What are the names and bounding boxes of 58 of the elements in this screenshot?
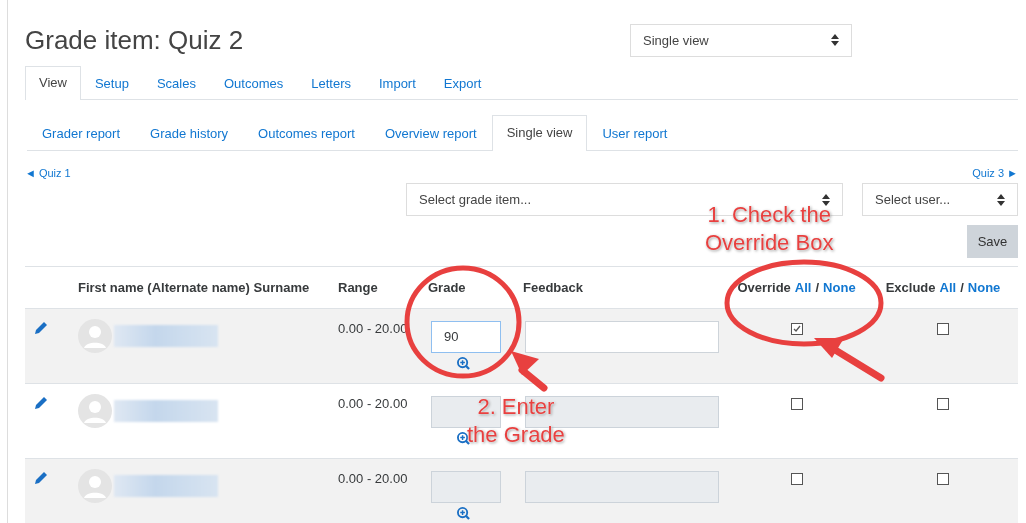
report-tab[interactable]: Single view (491, 115, 588, 151)
sort-icon (822, 193, 830, 206)
zoom-in-icon[interactable] (457, 507, 470, 520)
pencil-icon[interactable] (34, 471, 48, 485)
nav-tab[interactable]: Outcomes (209, 67, 298, 100)
previous-item-link[interactable]: ◄ Quiz 1 (25, 167, 71, 183)
avatar-icon (78, 319, 112, 353)
grade-input[interactable] (431, 396, 501, 428)
nav-tab[interactable]: Setup (80, 67, 143, 100)
report-select[interactable]: Single view (630, 23, 852, 57)
next-item-link[interactable]: Quiz 3 ► (972, 167, 1018, 183)
select-all-link[interactable]: All (939, 280, 957, 295)
exclude-checkbox[interactable] (937, 473, 949, 485)
annotation-text: 2. Enter the Grade (467, 393, 565, 449)
nav-tab[interactable]: Import (364, 67, 430, 100)
column-header: Feedback (522, 280, 584, 295)
separator-text: / (815, 280, 820, 295)
nav-tab[interactable]: Scales (142, 67, 210, 100)
report-tab[interactable]: Overview report (369, 116, 492, 151)
column-header: Range (337, 280, 379, 295)
override-checkbox[interactable] (790, 398, 803, 410)
sort-icon (997, 193, 1005, 206)
feedback-input[interactable] (525, 471, 719, 503)
select-none-link[interactable]: None (967, 280, 1001, 295)
pencil-icon[interactable] (34, 396, 48, 410)
sort-icon (831, 34, 839, 46)
grade-input[interactable] (431, 471, 501, 503)
avatar-icon (78, 394, 112, 428)
nav-tab[interactable]: View (25, 66, 81, 100)
range-text: 0.00 - 20.00 (338, 471, 408, 486)
column-header: Override (737, 280, 791, 295)
range-text: 0.00 - 20.00 (338, 396, 408, 411)
feedback-input[interactable] (525, 321, 719, 353)
page-title: Grade item: Quiz 2 (25, 24, 245, 56)
report-tab[interactable]: User report (587, 116, 683, 151)
override-checkbox[interactable] (790, 473, 803, 485)
report-tab[interactable]: Outcomes report (243, 116, 370, 151)
exclude-checkbox[interactable] (937, 398, 949, 410)
pointer-arrow (511, 351, 548, 392)
column-header: Exclude (885, 280, 936, 295)
exclude-checkbox[interactable] (937, 323, 949, 335)
select-all-link[interactable]: All (794, 280, 812, 295)
report-tab[interactable]: Grader report (27, 116, 136, 151)
zoom-in-icon[interactable] (457, 357, 470, 370)
pencil-icon[interactable] (34, 321, 48, 335)
override-checkbox[interactable] (790, 323, 803, 335)
column-header: First name (Alternate name) Surname (77, 280, 311, 295)
grade-input[interactable]: 90 (431, 321, 501, 353)
avatar-icon (78, 469, 112, 503)
user-select[interactable]: Select user... (862, 183, 1018, 216)
nav-tab[interactable]: Export (429, 67, 496, 100)
separator-text: / (960, 280, 964, 295)
report-tab[interactable]: Grade history (135, 116, 244, 151)
column-header: Grade (427, 280, 467, 295)
save-button[interactable]: Save (967, 225, 1018, 258)
select-none-link[interactable]: None (823, 280, 856, 295)
pointer-arrow (814, 338, 885, 382)
nav-tab[interactable]: Letters (297, 67, 365, 100)
